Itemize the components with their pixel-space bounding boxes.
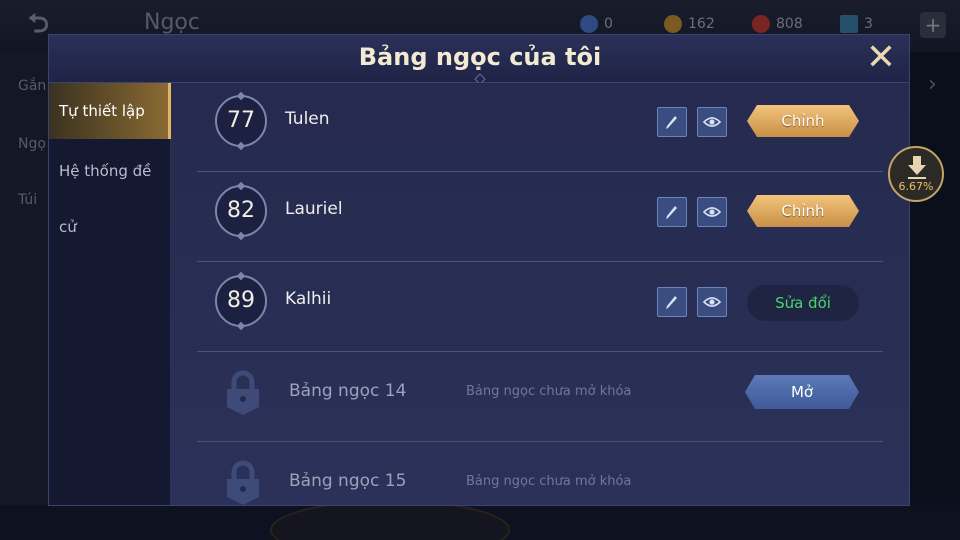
download-progress-button[interactable]: 6.67% [888,146,944,202]
diamond-coupon-icon [580,15,598,33]
modal-header: Bảng ngọc của tôi ✕ [49,35,909,85]
bg-menu-item: Gắn [18,78,47,94]
edit-button[interactable]: Chỉnh [747,105,859,137]
rune-page-row: 89 Kalhii Sửa đổi [171,263,909,353]
chevron-right-icon: › [928,72,937,97]
locked-page-status: Bảng ngọc chưa mở khóa [466,384,632,399]
row-divider [197,261,883,262]
pencil-icon [666,206,677,219]
eye-icon [703,117,721,127]
download-percent: 6.67% [898,180,934,193]
rune-page-name: Kalhii [285,289,332,309]
bg-menu-item: Ngọ [18,136,46,152]
resource-gold: 162 [664,14,715,34]
rename-button[interactable] [657,107,687,137]
resource-value: 808 [776,16,803,32]
download-icon [908,156,926,179]
gold-coin-icon [664,15,682,33]
page-title: Ngọc [144,10,200,35]
close-button[interactable]: ✕ [864,40,898,76]
lock-icon [227,370,259,415]
resource-blue-gem: 3 [840,14,873,34]
locked-page-name: Bảng ngọc 14 [289,381,407,401]
preview-button[interactable] [697,287,727,317]
pencil-icon [666,116,677,129]
rune-page-name: Lauriel [285,199,343,219]
locked-rune-page-row: Bảng ngọc 15 Bảng ngọc chưa mở khóa [171,443,909,505]
level-badge: 89 [215,275,267,327]
locked-page-status: Bảng ngọc chưa mở khóa [466,474,632,489]
red-gem-icon [752,15,770,33]
level-badge: 82 [215,185,267,237]
locked-page-name: Bảng ngọc 15 [289,471,407,491]
modal-sidebar: Tự thiết lập Hệ thống đề cử [49,83,171,505]
row-divider [197,171,883,172]
preview-button[interactable] [697,197,727,227]
preview-button[interactable] [697,107,727,137]
rune-page-modal: Bảng ngọc của tôi ✕ Tự thiết lập Hệ thốn… [48,34,910,506]
eye-icon [703,297,721,307]
bg-menu-item: Túi [18,192,38,208]
add-resource-button[interactable]: + [920,12,946,38]
edit-button[interactable]: Chỉnh [747,195,859,227]
modify-button[interactable]: Sửa đổi [747,285,859,321]
resource-coupons: 0 [580,14,613,34]
lock-icon [227,460,259,505]
resource-value: 162 [688,16,715,32]
tab-custom[interactable]: Tự thiết lập [49,83,171,139]
rename-button[interactable] [657,287,687,317]
rename-button[interactable] [657,197,687,227]
pencil-icon [666,296,677,309]
rune-page-row: 77 Tulen Chỉnh [171,83,909,173]
resource-red-gem: 808 [752,14,803,34]
unlock-button[interactable]: Mở [745,375,859,409]
rune-page-row: 82 Lauriel Chỉnh [171,173,909,263]
resource-value: 3 [864,16,873,32]
rune-page-list: 77 Tulen Chỉnh 82 Lauriel Chỉnh 89 Kalhi… [171,83,909,505]
eye-icon [703,207,721,217]
resource-value: 0 [604,16,613,32]
level-badge: 77 [215,95,267,147]
rune-page-name: Tulen [285,109,330,129]
row-divider [197,351,883,352]
row-divider [197,441,883,442]
locked-rune-page-row: Bảng ngọc 14 Bảng ngọc chưa mở khóa Mở [171,353,909,443]
blue-gem-icon [840,15,858,33]
modal-title: Bảng ngọc của tôi [358,43,602,71]
tab-recommended[interactable]: Hệ thống đề cử [49,143,171,236]
